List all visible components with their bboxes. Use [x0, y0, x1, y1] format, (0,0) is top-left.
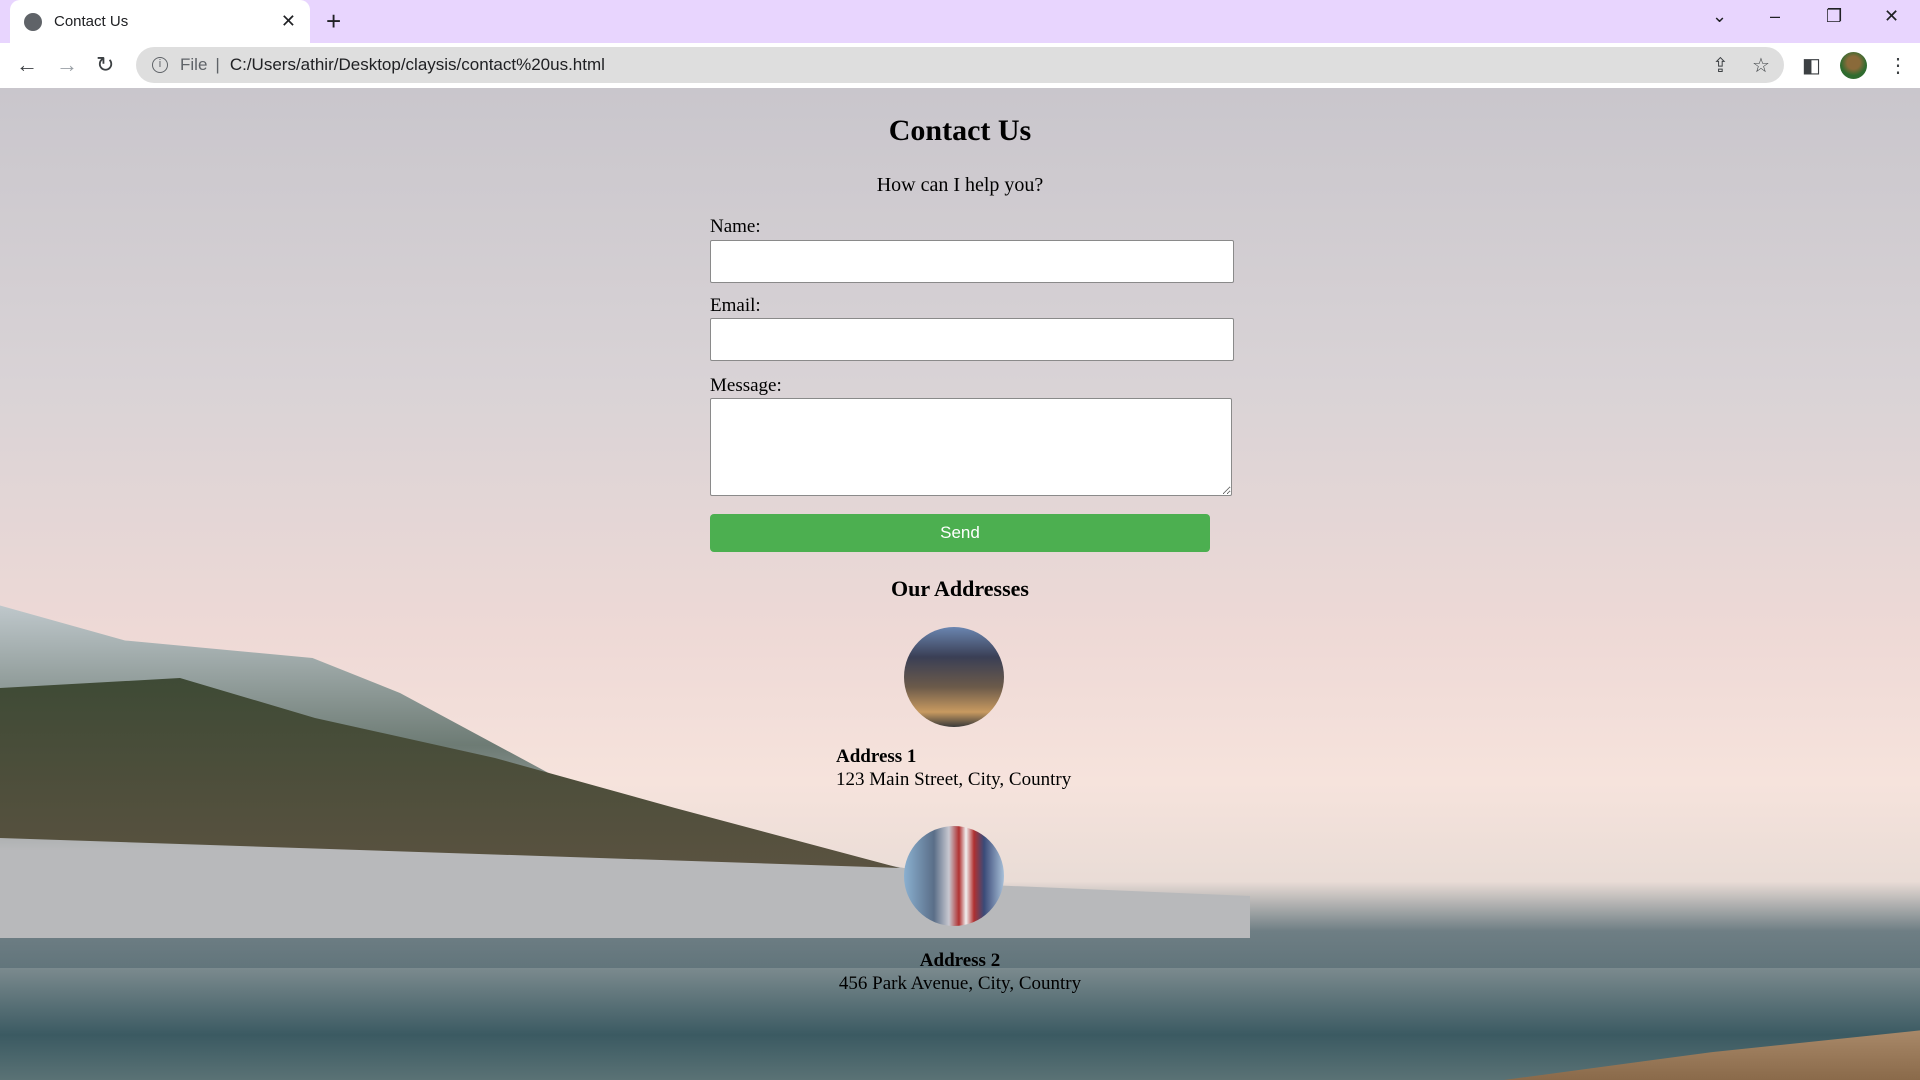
url-text[interactable]: C:/Users/athir/Desktop/claysis/contact%2… [230, 55, 605, 75]
divider: | [215, 55, 220, 74]
address-2-image [904, 826, 1004, 926]
globe-icon [24, 12, 42, 31]
address-2-title: Address 2 [919, 950, 1001, 971]
minimize-icon[interactable]: – [1770, 6, 1780, 27]
send-button[interactable]: Send [710, 514, 1210, 552]
address-1-image [904, 627, 1004, 727]
restore-icon[interactable]: ❐ [1826, 6, 1842, 27]
browser-toolbar: ← → ↻ i File | C:/Users/athir/Desktop/cl… [0, 43, 1920, 88]
tab-strip: Contact Us ✕ + ⌄ – ❐ ✕ [0, 0, 1920, 43]
close-tab-icon[interactable]: ✕ [281, 11, 296, 32]
tab-title: Contact Us [54, 13, 129, 30]
close-window-icon[interactable]: ✕ [1884, 6, 1899, 27]
info-icon[interactable]: i [152, 57, 168, 73]
back-icon[interactable]: ← [16, 52, 38, 78]
star-icon[interactable]: ☆ [1752, 53, 1770, 78]
address-2-text: 456 Park Avenue, City, Country [838, 973, 1082, 994]
email-input[interactable] [710, 318, 1234, 361]
name-label: Name: [710, 216, 761, 237]
address-1-title: Address 1 [836, 746, 917, 767]
new-tab-button[interactable]: + [326, 6, 341, 37]
side-panel-icon[interactable]: ◧ [1802, 53, 1821, 78]
share-icon[interactable]: ⇪ [1712, 53, 1729, 78]
menu-icon[interactable]: ⋮ [1888, 53, 1908, 78]
message-label: Message: [710, 375, 782, 396]
page-subtitle: How can I help you? [876, 174, 1044, 196]
forward-icon[interactable]: → [56, 52, 78, 78]
page-title: Contact Us [888, 114, 1032, 147]
name-input[interactable] [710, 240, 1234, 283]
page-viewport: Contact Us How can I help you? Name: Ema… [0, 88, 1920, 1080]
reload-icon[interactable]: ↻ [96, 52, 114, 78]
background-trees [0, 678, 900, 868]
address-bar[interactable]: i File | C:/Users/athir/Desktop/claysis/… [136, 47, 1784, 83]
addresses-heading: Our Addresses [891, 576, 1029, 601]
profile-avatar[interactable] [1840, 52, 1867, 79]
message-textarea[interactable] [710, 398, 1232, 496]
url-scheme: File [180, 55, 208, 74]
tab-contact-us[interactable]: Contact Us ✕ [10, 0, 310, 43]
email-label: Email: [710, 295, 761, 316]
tab-search-icon[interactable]: ⌄ [1712, 6, 1727, 27]
address-1-text: 123 Main Street, City, Country [836, 769, 1072, 790]
